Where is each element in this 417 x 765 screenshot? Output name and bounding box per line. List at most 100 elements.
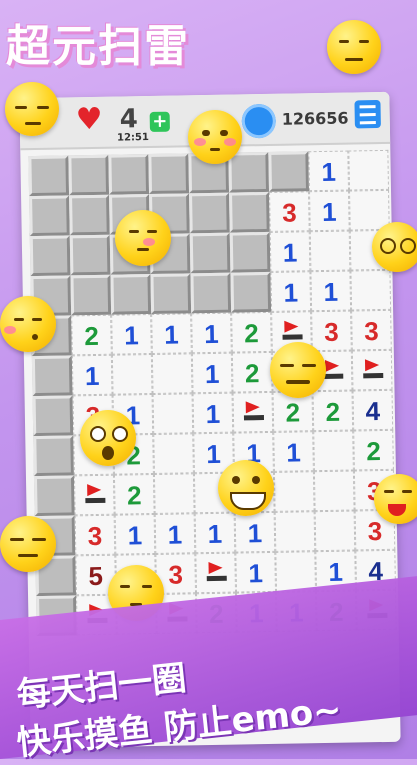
empty-cell[interactable] (350, 269, 392, 311)
menu-button[interactable] (354, 99, 381, 129)
add-life-button[interactable]: + (149, 111, 170, 133)
number-cell[interactable]: 1 (154, 513, 196, 554)
number-cell[interactable]: 1 (191, 352, 233, 394)
number-cell[interactable]: 3 (311, 310, 352, 352)
flag-cell[interactable] (232, 391, 274, 433)
number-cell[interactable]: 1 (235, 551, 277, 593)
flag-base-icon (363, 372, 384, 379)
closed-cell[interactable] (148, 153, 190, 195)
flag-cell[interactable] (73, 474, 115, 516)
number-cell[interactable]: 2 (231, 311, 272, 353)
number-cell[interactable]: 3 (351, 309, 392, 351)
app-title: 超元扫雷 (6, 21, 190, 72)
closed-cell[interactable] (190, 272, 232, 314)
smirk-emoji-icon (327, 20, 381, 74)
number-cell[interactable]: 1 (71, 354, 113, 396)
number-cell[interactable]: 1 (234, 511, 276, 553)
empty-cell[interactable] (111, 354, 153, 395)
empty-cell[interactable] (313, 430, 354, 472)
closed-cell[interactable] (68, 154, 110, 196)
number-cell[interactable]: 1 (194, 512, 236, 554)
empty-cell[interactable] (153, 473, 195, 514)
wince-emoji-icon (115, 210, 171, 266)
flag-icon (284, 320, 299, 333)
gear-icon[interactable] (241, 103, 277, 139)
closed-cell[interactable] (229, 191, 270, 233)
empty-cell[interactable] (153, 433, 194, 474)
closed-cell[interactable] (33, 475, 75, 517)
expressionless-emoji-icon (0, 516, 56, 572)
flag-base-icon (323, 373, 344, 380)
flag-icon (364, 359, 380, 372)
empty-cell[interactable] (309, 230, 351, 272)
flag-base-icon (243, 415, 265, 421)
lives-count: 4 (119, 104, 139, 135)
closed-cell[interactable] (69, 194, 110, 236)
closed-cell[interactable] (108, 154, 150, 195)
closed-cell[interactable] (29, 195, 70, 237)
empty-cell[interactable] (152, 393, 194, 434)
heart-icon: ♥ (75, 101, 103, 138)
number-cell[interactable]: 1 (191, 312, 232, 354)
number-cell[interactable]: 2 (231, 351, 273, 393)
number-cell[interactable]: 1 (111, 314, 152, 355)
flag-cell[interactable] (195, 552, 237, 594)
flag-cell[interactable] (351, 349, 393, 391)
flag-base-icon (206, 575, 227, 582)
closed-cell[interactable] (150, 273, 192, 315)
number-cell[interactable]: 1 (269, 231, 311, 272)
flag-icon (245, 401, 260, 414)
closed-cell[interactable] (229, 231, 271, 273)
flag-base-icon (85, 497, 106, 504)
timer-text: 12:51 (116, 132, 150, 144)
number-cell[interactable]: 1 (309, 190, 350, 232)
number-cell[interactable]: 4 (352, 389, 394, 431)
empty-cell[interactable] (151, 353, 193, 394)
closed-cell[interactable] (28, 155, 70, 197)
closed-cell[interactable] (110, 274, 152, 315)
closed-cell[interactable] (189, 232, 231, 274)
number-cell[interactable]: 2 (71, 314, 112, 356)
flag-icon (87, 483, 102, 497)
flag-base-icon (282, 334, 303, 340)
closed-cell[interactable] (33, 435, 74, 477)
closed-cell[interactable] (31, 355, 73, 397)
closed-cell[interactable] (70, 274, 112, 316)
closed-cell[interactable] (268, 151, 310, 192)
empty-cell[interactable] (275, 551, 317, 592)
number-cell[interactable]: 1 (270, 271, 312, 312)
number-cell[interactable]: 2 (353, 429, 394, 471)
flag-icon (208, 561, 223, 575)
empty-cell[interactable] (274, 511, 316, 552)
empty-cell[interactable] (314, 510, 356, 552)
number-cell[interactable]: 1 (151, 313, 192, 355)
shocked-emoji-icon (80, 410, 136, 466)
closed-cell[interactable] (189, 192, 230, 234)
closed-cell[interactable] (69, 234, 111, 276)
closed-cell[interactable] (32, 395, 74, 437)
number-cell[interactable]: 1 (114, 513, 156, 555)
number-cell[interactable]: 1 (310, 270, 352, 312)
sleepy-emoji-icon (5, 82, 59, 136)
closed-cell[interactable] (230, 271, 272, 313)
number-cell[interactable]: 2 (312, 390, 354, 432)
number-cell[interactable]: 1 (192, 392, 234, 434)
flag-icon (324, 359, 340, 372)
closed-cell[interactable] (228, 151, 270, 193)
grin-emoji-icon (218, 460, 274, 516)
tongue-emoji-icon (374, 474, 417, 524)
number-cell[interactable]: 1 (308, 150, 350, 192)
unamused-emoji-icon (270, 342, 326, 398)
empty-cell[interactable] (313, 470, 355, 512)
number-cell[interactable]: 2 (113, 473, 155, 515)
number-cell[interactable]: 3 (74, 514, 116, 556)
empty-cell[interactable] (348, 149, 390, 191)
blush-emoji-icon (188, 110, 242, 164)
kiss-emoji-icon (0, 296, 56, 352)
closed-cell[interactable] (29, 235, 71, 277)
number-cell[interactable]: 3 (269, 191, 310, 232)
score-text: 126656 (281, 108, 349, 129)
number-cell[interactable]: 1 (273, 431, 314, 472)
dizzy-emoji-icon (372, 222, 417, 272)
empty-cell[interactable] (273, 471, 315, 512)
